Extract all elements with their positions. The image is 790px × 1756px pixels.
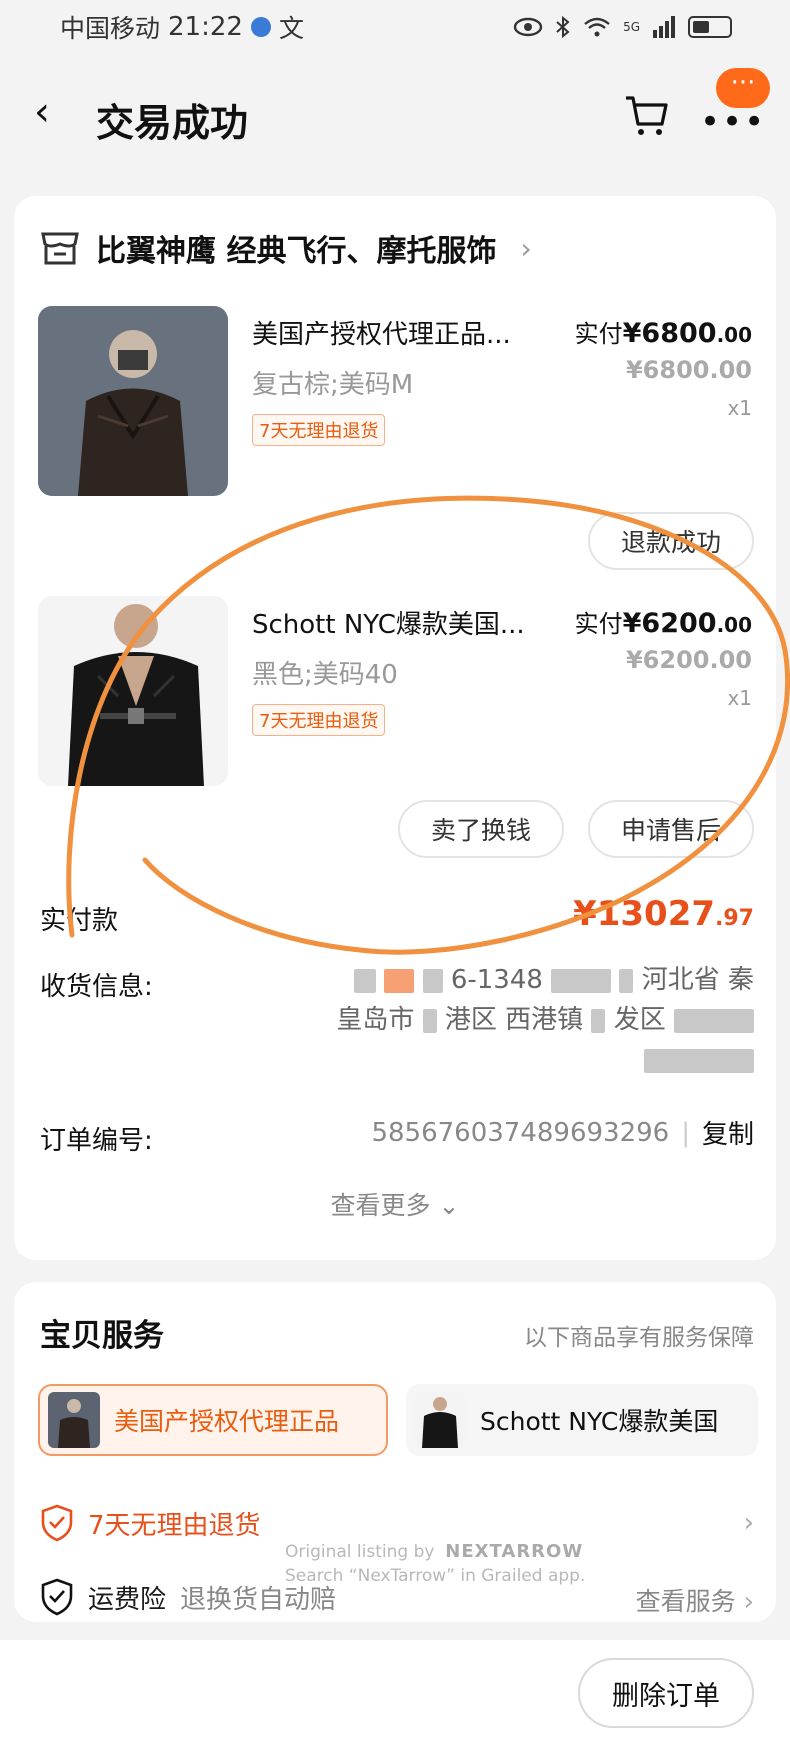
- total-label: 实付款: [40, 906, 119, 936]
- view-more-button[interactable]: 查看更多 ⌄: [14, 1186, 776, 1222]
- view-service-label: 查看服务: [635, 1587, 736, 1616]
- service-return-row[interactable]: 7天无理由退货: [40, 1504, 261, 1542]
- shipping-label: 收货信息:: [40, 972, 153, 1002]
- shipping-address: 6-1348 河北省 秦 皇岛市 港区 西港镇 发区: [254, 960, 754, 1080]
- return-policy-tag: 7天无理由退货: [252, 704, 386, 736]
- product-sku: 复古棕;美码M: [252, 370, 414, 400]
- network-type-label: 5G: [623, 20, 640, 34]
- redacted-block: [644, 1048, 754, 1073]
- paid-amount: ¥6200: [622, 608, 717, 639]
- total-amount: ¥13027.97: [573, 894, 754, 934]
- order-number: 585676037489693296: [371, 1117, 670, 1148]
- service-tab-product-1[interactable]: 美国产授权代理正品: [38, 1384, 388, 1456]
- signal-icon: [653, 16, 675, 38]
- back-icon[interactable]: ‹: [34, 92, 50, 132]
- shipping-insurance-label: 运费险: [88, 1584, 167, 1615]
- paid-price: 实付¥6200.00: [575, 604, 752, 639]
- store-icon: [41, 232, 79, 265]
- service-tab-label: 美国产授权代理正品: [114, 1407, 340, 1436]
- redacted-block: [591, 1008, 606, 1033]
- return-policy-tag: 7天无理由退货: [252, 414, 386, 446]
- shield-check-icon: [41, 1504, 73, 1542]
- product-thumbnail: [48, 1392, 100, 1448]
- translate-icon: 文: [278, 14, 304, 43]
- redacted-block: [551, 968, 612, 993]
- paid-amount: ¥6800: [622, 318, 717, 349]
- service-tab-product-2[interactable]: Schott NYC爆款美国: [406, 1384, 758, 1456]
- service-tab-label: Schott NYC爆款美国: [480, 1407, 719, 1436]
- resell-button[interactable]: 卖了换钱: [398, 800, 564, 858]
- after-sales-button[interactable]: 申请售后: [588, 800, 754, 858]
- notification-badge[interactable]: ···: [716, 68, 770, 108]
- order-number-row: 585676037489693296 | 复制: [371, 1114, 754, 1151]
- chevron-right-icon: ›: [520, 231, 532, 265]
- carrier-label: 中国移动: [60, 14, 161, 43]
- copy-button[interactable]: 复制: [702, 1114, 754, 1151]
- address-city: 皇岛市: [336, 1005, 415, 1035]
- wifi-icon: [584, 17, 610, 37]
- total-amount-cents: .97: [715, 906, 754, 931]
- paid-cents: .00: [716, 323, 752, 347]
- chevron-right-icon: ›: [743, 1587, 754, 1617]
- product-image[interactable]: [38, 596, 228, 786]
- paid-cents: .00: [716, 613, 752, 637]
- divider: |: [681, 1117, 690, 1148]
- paid-label: 实付: [574, 610, 623, 638]
- order-number-label: 订单编号:: [40, 1126, 153, 1156]
- shop-header[interactable]: 比翼神鹰 经典飞行、摩托服饰 ›: [40, 226, 532, 270]
- service-title: 宝贝服务: [40, 1318, 164, 1354]
- order-card: 比翼神鹰 经典飞行、摩托服饰 › 美国产授权代理正品... 复古棕;美码M 7天…: [14, 196, 776, 1260]
- paid-label: 实付: [574, 320, 623, 348]
- address-province: 河北省 秦: [641, 965, 754, 995]
- product-title: Schott NYC爆款美国...: [252, 610, 525, 640]
- service-subtitle: 以下商品享有服务保障: [524, 1325, 754, 1351]
- clock: 21:22: [168, 12, 243, 42]
- product-thumbnail: [414, 1392, 466, 1448]
- service-return-label: 7天无理由退货: [88, 1510, 261, 1541]
- product-item[interactable]: Schott NYC爆款美国... 黑色;美码40 7天无理由退货 实付¥620…: [38, 596, 752, 786]
- quantity: x1: [727, 396, 752, 420]
- total-amount-value: ¥13027: [573, 894, 716, 934]
- redacted-block: [619, 968, 634, 993]
- original-price: ¥6800.00: [625, 356, 752, 384]
- quantity: x1: [727, 686, 752, 710]
- address-zone: 发区: [613, 1005, 666, 1035]
- refund-success-button[interactable]: 退款成功: [588, 512, 754, 570]
- nav-bar: ‹ 交易成功 ••• ···: [0, 68, 790, 162]
- redacted-block: [422, 1008, 437, 1033]
- product-sku: 黑色;美码40: [252, 660, 398, 690]
- status-bar: 中国移动 21:22 文 5G: [0, 0, 790, 54]
- watermark-brand: NEXTARROW: [445, 1541, 584, 1562]
- battery-icon: [688, 16, 732, 38]
- shield-check-icon: [41, 1578, 73, 1616]
- delete-order-button[interactable]: 删除订单: [578, 1658, 754, 1728]
- cart-icon[interactable]: [622, 90, 672, 140]
- bottom-action-bar: 删除订单: [0, 1640, 790, 1756]
- product-title: 美国产授权代理正品...: [252, 320, 511, 350]
- browser-indicator-icon: [250, 17, 271, 37]
- redacted-block: [354, 968, 377, 993]
- page-title: 交易成功: [96, 101, 249, 145]
- bluetooth-icon: [556, 15, 570, 39]
- redacted-block: [674, 1008, 754, 1033]
- watermark: Original listing by NEXTARROW Search “Ne…: [285, 1540, 585, 1588]
- more-menu-button[interactable]: •••: [700, 102, 766, 142]
- paid-price: 实付¥6800.00: [575, 314, 752, 349]
- watermark-line1: Original listing by: [285, 1542, 435, 1562]
- eye-icon: [513, 17, 543, 37]
- original-price: ¥6200.00: [625, 646, 752, 674]
- address-phone-fragment: 6-1348: [450, 965, 543, 995]
- shop-name: 比翼神鹰 经典飞行、摩托服饰: [96, 234, 497, 269]
- address-district: 港区 西港镇: [444, 1005, 584, 1035]
- watermark-line2: Search “NexTarrow” in Grailed app.: [285, 1566, 586, 1586]
- chevron-right-icon[interactable]: ›: [744, 1508, 754, 1538]
- product-image[interactable]: [38, 306, 228, 496]
- view-service-link[interactable]: 查看服务 ›: [636, 1582, 754, 1618]
- product-item[interactable]: 美国产授权代理正品... 复古棕;美码M 7天无理由退货 实付¥6800.00 …: [38, 306, 752, 496]
- redacted-block: [422, 968, 443, 993]
- redacted-block: [384, 968, 415, 993]
